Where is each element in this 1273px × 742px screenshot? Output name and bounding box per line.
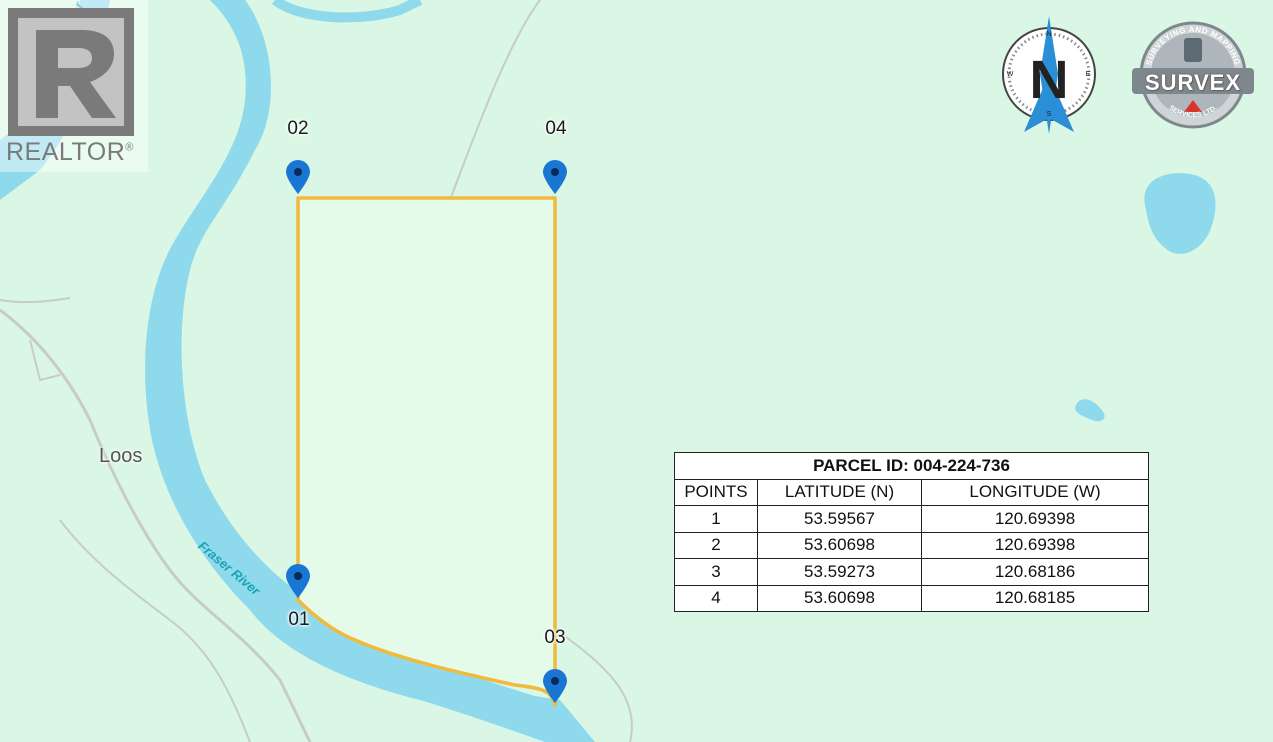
cell-longitude: 120.68186 [921, 558, 1149, 586]
survex-logo: SURVEYING AND MAPPING SERVICES LTD. SURV… [1130, 20, 1256, 130]
marker-pin-03[interactable] [541, 668, 569, 704]
cell-point: 4 [674, 584, 758, 612]
parcel-coordinates-table: PARCEL ID: 004-224-736 POINTS LATITUDE (… [674, 452, 1149, 612]
column-header-longitude: LONGITUDE (W) [921, 478, 1149, 506]
table-row: 3 53.59273 120.68186 [674, 558, 1149, 586]
parcel-id-title: PARCEL ID: 004-224-736 [674, 452, 1149, 480]
table-title-row: PARCEL ID: 004-224-736 [674, 452, 1149, 480]
cell-point: 2 [674, 531, 758, 559]
cell-point: 1 [674, 505, 758, 533]
cell-point: 3 [674, 558, 758, 586]
table-row: 2 53.60698 120.69398 [674, 531, 1149, 559]
cell-latitude: 53.60698 [757, 584, 922, 612]
svg-text:E: E [1086, 71, 1091, 78]
marker-pin-02[interactable] [284, 159, 312, 195]
svg-text:W: W [1007, 71, 1014, 78]
realtor-wordmark: REALTOR® [6, 138, 134, 166]
marker-label-01: 01 [288, 609, 310, 630]
marker-label-03: 03 [544, 627, 566, 648]
marker-label-04: 04 [545, 118, 567, 139]
cell-latitude: 53.59273 [757, 558, 922, 586]
column-header-points: POINTS [674, 478, 758, 506]
compass-icon: N N S W E [1002, 16, 1096, 134]
table-row: 4 53.60698 120.68185 [674, 584, 1149, 612]
place-label-loos: Loos [99, 445, 143, 467]
cell-longitude: 120.69398 [921, 505, 1149, 533]
survex-wordmark: SURVEX [1144, 70, 1242, 95]
marker-pin-04[interactable] [541, 159, 569, 195]
realtor-r-icon [8, 8, 134, 136]
realtor-logo: REALTOR® [0, 0, 148, 172]
marker-label-02: 02 [287, 118, 309, 139]
table-row: 1 53.59567 120.69398 [674, 505, 1149, 533]
cell-longitude: 120.68185 [921, 584, 1149, 612]
svg-text:S: S [1047, 111, 1052, 118]
cell-latitude: 53.59567 [757, 505, 922, 533]
table-header-row: POINTS LATITUDE (N) LONGITUDE (W) [674, 478, 1149, 506]
cell-longitude: 120.69398 [921, 531, 1149, 559]
compass-north-letter: N [1030, 50, 1069, 110]
cell-latitude: 53.60698 [757, 531, 922, 559]
marker-pin-01[interactable] [284, 563, 312, 599]
column-header-latitude: LATITUDE (N) [757, 478, 922, 506]
svg-text:N: N [1046, 31, 1051, 38]
parcel-boundary[interactable] [296, 196, 557, 707]
